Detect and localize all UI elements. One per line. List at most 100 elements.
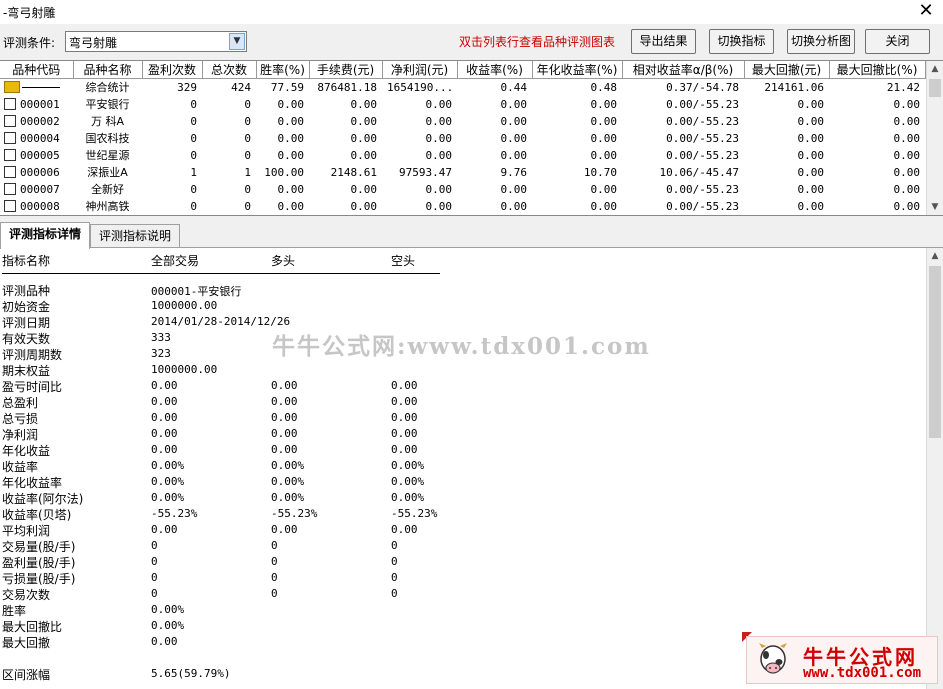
table-row[interactable]: 000008 神州高铁 0 0 0.00 0.00 0.00 0.00 0.00 0.00/-55… bbox=[0, 198, 925, 215]
table-row[interactable]: 000006 深振业A 1 1 100.00 2148.61 97593.47 9.76 10.… bbox=[0, 164, 925, 181]
scroll-up-arrow-icon[interactable]: ▲ bbox=[927, 248, 943, 264]
cell-value: 0 bbox=[244, 182, 251, 196]
cell-value: 0 bbox=[190, 199, 197, 213]
cell-value: 0 bbox=[244, 199, 251, 213]
switch-chart-button[interactable]: 切换分析图 bbox=[787, 29, 855, 54]
cell-value: 97593.47 bbox=[399, 165, 452, 179]
grid-column-header[interactable]: 总次数 bbox=[202, 61, 257, 79]
metric-long: 0.00 bbox=[271, 427, 298, 440]
metric-long: 0.00% bbox=[271, 491, 305, 504]
cell-value: 1 bbox=[190, 165, 197, 179]
condition-select[interactable]: 弯弓射雕 ▼ bbox=[65, 31, 247, 52]
grid-column-header[interactable]: 最大回撤比(%) bbox=[829, 61, 926, 79]
detail-scrollbar[interactable]: ▲ bbox=[926, 248, 943, 689]
summary-folder-icon bbox=[4, 80, 20, 93]
metric-all: 0.00 bbox=[151, 635, 178, 648]
metric-all: 0.00% bbox=[151, 459, 185, 472]
chevron-down-icon[interactable]: ▼ bbox=[229, 33, 245, 50]
grid-column-header[interactable]: 品种代码 bbox=[0, 61, 74, 79]
metric-long: 0.00 bbox=[271, 395, 298, 408]
metric-all: 0.00 bbox=[151, 523, 178, 536]
metric-all: 0 bbox=[151, 555, 158, 568]
metric-all: 0.00 bbox=[151, 427, 178, 440]
switch-indicator-button[interactable]: 切换指标 bbox=[709, 29, 774, 54]
metric-all: 0.00% bbox=[151, 603, 185, 616]
grid-header-row: 品种代码 品种名称 盈利次数 总次数 胜率(%) 手续费(元) 净利润(元) 收益率(%) 年化… bbox=[0, 61, 926, 79]
cell-code: 000002 bbox=[0, 113, 73, 130]
cell-value: 0.00 bbox=[893, 182, 921, 196]
cell-value: 0 bbox=[244, 114, 251, 128]
grid-column-header[interactable]: 收益率(%) bbox=[457, 61, 533, 79]
cell-value: 1 bbox=[244, 165, 251, 179]
cell-value: 0.00 bbox=[893, 165, 921, 179]
tab-indicator-explanation[interactable]: 评测指标说明 bbox=[90, 224, 181, 248]
metric-long: 0.00 bbox=[271, 523, 298, 536]
scroll-down-arrow-icon[interactable]: ▼ bbox=[927, 199, 943, 215]
scroll-thumb[interactable] bbox=[929, 79, 941, 97]
metric-name: 胜率 bbox=[2, 604, 27, 618]
grid-column-header[interactable]: 年化收益率(%) bbox=[532, 61, 623, 79]
metric-short: 0.00% bbox=[391, 491, 425, 504]
metric-long: 0.00% bbox=[271, 459, 305, 472]
cell-text: 000002 bbox=[20, 114, 60, 128]
detail-tabs: 评测指标详情 评测指标说明 bbox=[0, 216, 943, 249]
scroll-thumb[interactable] bbox=[929, 266, 941, 438]
cell-value: 77.59 bbox=[270, 80, 304, 94]
export-button[interactable]: 导出结果 bbox=[631, 29, 696, 54]
metric-name: 有效天数 bbox=[2, 332, 51, 346]
summary-row[interactable]: 综合统计 329 424 77.59 876481.18 1654190... 0.44 0.… bbox=[0, 79, 925, 96]
list-item: 期末权益 1000000.00 bbox=[0, 362, 920, 378]
metric-short: 0.00 bbox=[391, 427, 418, 440]
grid-scrollbar[interactable]: ▲ ▼ bbox=[926, 61, 943, 215]
results-table: 品种代码 品种名称 盈利次数 总次数 胜率(%) 手续费(元) 净利润(元) 收益率(%) 年化… bbox=[0, 61, 926, 215]
metric-name: 总盈利 bbox=[2, 396, 39, 410]
grid-column-header[interactable]: 品种名称 bbox=[73, 61, 143, 79]
table-row[interactable]: 000005 世纪星源 0 0 0.00 0.00 0.00 0.00 0.00 0.00/-55… bbox=[0, 147, 925, 164]
tab-indicator-details[interactable]: 评测指标详情 bbox=[0, 222, 91, 249]
document-icon bbox=[4, 199, 16, 212]
detail-panel: 指标名称 全部交易 多头 空头 评测品种 000001-平安银行 初始资金 10000… bbox=[0, 248, 943, 689]
metric-short: 0.00 bbox=[391, 523, 418, 536]
scroll-up-arrow-icon[interactable]: ▲ bbox=[927, 61, 943, 77]
window-title: -弯弓射雕 bbox=[3, 6, 56, 20]
close-button[interactable]: 关闭 bbox=[865, 29, 930, 54]
metric-name: 净利润 bbox=[2, 428, 39, 442]
window-close-icon[interactable]: ✕ bbox=[917, 1, 935, 21]
cell-value: 0.00/-55.23 bbox=[666, 97, 739, 111]
cell-value: 0.00 bbox=[797, 182, 825, 196]
metric-long: 0.00 bbox=[271, 379, 298, 392]
cell-value: 0.00 bbox=[893, 199, 921, 213]
metric-long: 0 bbox=[271, 587, 278, 600]
cell-value: 0.00 bbox=[797, 114, 825, 128]
cell-value: 0.00 bbox=[277, 199, 305, 213]
table-row[interactable]: 000004 国农科技 0 0 0.00 0.00 0.00 0.00 0.00 0.00/-55… bbox=[0, 130, 925, 147]
table-row[interactable]: 000007 全新好 0 0 0.00 0.00 0.00 0.00 0.00 0.00/-55.… bbox=[0, 181, 925, 198]
table-row[interactable]: 000001 平安银行 0 0 0.00 0.00 0.00 0.00 0.00 0.00/-55… bbox=[0, 96, 925, 113]
grid-column-header[interactable]: 胜率(%) bbox=[256, 61, 310, 79]
list-item: 净利润 0.00 0.00 0.00 bbox=[0, 426, 920, 442]
cell-text: 000004 bbox=[20, 131, 60, 145]
cell-value: 0.00 bbox=[893, 114, 921, 128]
cell-value: 1654190... bbox=[387, 80, 454, 94]
table-row[interactable]: 000002 万 科A 0 0 0.00 0.00 0.00 0.00 0.00 0.00/-55… bbox=[0, 113, 925, 130]
metric-all: 0 bbox=[151, 571, 158, 584]
grid-column-header[interactable]: 盈利次数 bbox=[142, 61, 203, 79]
metric-all: 0 bbox=[151, 587, 158, 600]
cell-code: 000005 bbox=[0, 147, 73, 164]
cell-value: 0.00 bbox=[277, 148, 305, 162]
grid-column-header[interactable]: 手续费(元) bbox=[309, 61, 383, 79]
metric-all: 000001-平安银行 bbox=[151, 285, 242, 298]
grid-column-header[interactable]: 最大回撤(元) bbox=[744, 61, 830, 79]
cell-value: 0.00 bbox=[425, 199, 453, 213]
results-grid[interactable]: 品种代码 品种名称 盈利次数 总次数 胜率(%) 手续费(元) 净利润(元) 收益率(%) 年化… bbox=[0, 60, 943, 216]
cell-code: 000001 bbox=[0, 96, 73, 113]
list-item: 平均利润 0.00 0.00 0.00 bbox=[0, 522, 920, 538]
cell-value: 0.00/-55.23 bbox=[666, 199, 739, 213]
metric-all: 323 bbox=[151, 347, 171, 360]
metric-all: 5.65(59.79%) bbox=[151, 667, 231, 680]
cell-value: 0.00 bbox=[500, 114, 528, 128]
condition-label: 评测条件: bbox=[3, 36, 56, 50]
grid-column-header[interactable]: 相对收益率α/β(%) bbox=[622, 61, 745, 79]
grid-column-header[interactable]: 净利润(元) bbox=[382, 61, 458, 79]
summary-line bbox=[22, 86, 60, 88]
